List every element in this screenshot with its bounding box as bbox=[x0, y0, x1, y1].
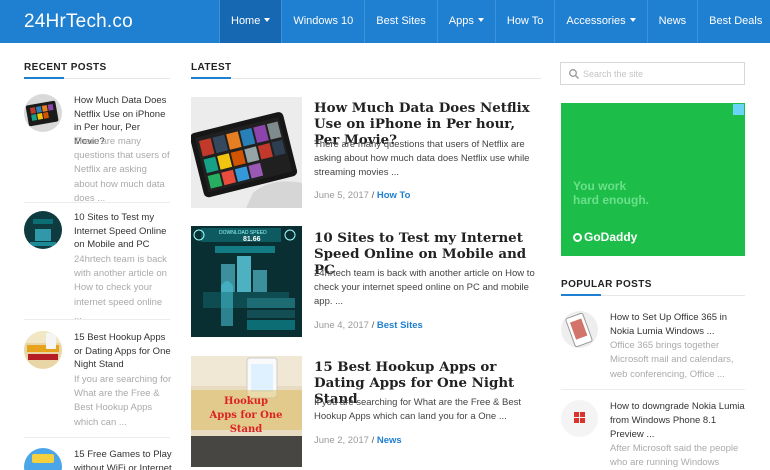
main-nav: Home Windows 10 Best Sites Apps How To A… bbox=[219, 0, 770, 43]
godaddy-logo-icon bbox=[573, 233, 582, 242]
speed-test-thumbnail[interactable] bbox=[24, 211, 62, 249]
section-divider bbox=[24, 77, 170, 79]
ad-tagline: You work hard enough. bbox=[573, 179, 649, 207]
meta-separator: / bbox=[371, 435, 375, 446]
popular-posts-heading: POPULAR POSTS bbox=[561, 279, 652, 290]
nav-label: How To bbox=[506, 15, 544, 27]
post-date: June 2, 2017 bbox=[314, 435, 369, 446]
nav-label: Windows 10 bbox=[293, 15, 354, 27]
popular-post-item[interactable]: How to downgrade Nokia Lumia from Window… bbox=[561, 400, 745, 470]
post-category-link[interactable]: How To bbox=[377, 190, 411, 201]
recent-posts-heading: RECENT POSTS bbox=[24, 62, 107, 73]
list-divider bbox=[24, 319, 170, 320]
site-logo[interactable]: 24HrTech.co bbox=[24, 0, 133, 43]
office-365-thumbnail[interactable] bbox=[561, 311, 598, 348]
section-divider bbox=[191, 77, 541, 79]
list-divider bbox=[24, 437, 170, 438]
hookup-apps-post-image[interactable]: Hookup Apps for One Stand bbox=[191, 356, 302, 467]
nav-label: Home bbox=[231, 15, 261, 27]
nav-item-best-deals[interactable]: Best Deals bbox=[697, 0, 770, 43]
nav-label: Accessories bbox=[566, 15, 626, 27]
post-date: June 4, 2017 bbox=[314, 320, 369, 331]
list-divider bbox=[24, 202, 170, 203]
nav-item-apps[interactable]: Apps bbox=[436, 0, 495, 43]
recent-post-excerpt: 24hrtech team is back with another artic… bbox=[74, 254, 167, 322]
recent-post-title[interactable]: 15 Free Games to Play without WiFi or In… bbox=[74, 448, 172, 470]
recent-post-item[interactable]: 10 Sites to Test my Internet Speed Onlin… bbox=[24, 211, 172, 322]
post-excerpt: If you are searching for What are the Fr… bbox=[314, 397, 521, 422]
section-divider bbox=[561, 294, 745, 296]
latest-heading: LATEST bbox=[191, 62, 232, 73]
search-input[interactable] bbox=[583, 65, 741, 82]
popular-post-title[interactable]: How to Set Up Office 365 in Nokia Lumia … bbox=[610, 311, 745, 339]
nav-label: News bbox=[658, 15, 687, 27]
nav-label: Apps bbox=[448, 15, 474, 27]
meta-separator: / bbox=[371, 320, 375, 331]
post-date: June 5, 2017 bbox=[314, 190, 369, 201]
nav-item-best-sites[interactable]: Best Sites bbox=[364, 0, 437, 43]
nav-item-windows-10[interactable]: Windows 10 bbox=[281, 0, 364, 43]
ad-choices-icon[interactable] bbox=[733, 104, 744, 115]
godaddy-ad-banner[interactable]: You work hard enough. GoDaddy bbox=[561, 103, 745, 256]
caret-down-icon bbox=[264, 18, 271, 23]
hookup-apps-thumbnail[interactable] bbox=[24, 331, 62, 369]
search-icon bbox=[569, 69, 579, 79]
caret-down-icon bbox=[629, 18, 636, 23]
recent-post-excerpt: If you are searching for What are the Fr… bbox=[74, 374, 172, 428]
post-meta: June 4, 2017 / Best Sites bbox=[314, 320, 423, 331]
post-meta: June 2, 2017 / News bbox=[314, 435, 402, 446]
post-meta: June 5, 2017 / How To bbox=[314, 190, 410, 201]
meta-separator: / bbox=[371, 190, 375, 201]
post-category-link[interactable]: News bbox=[377, 435, 402, 446]
recent-post-item[interactable]: 15 Best Hookup Apps or Dating Apps for O… bbox=[24, 331, 172, 441]
post-excerpt: There are many questions that users of N… bbox=[314, 139, 530, 178]
popular-post-excerpt: After Microsoft said the people who are … bbox=[610, 443, 739, 469]
windows-phone-thumbnail[interactable] bbox=[561, 400, 598, 437]
popular-post-item[interactable]: How to Set Up Office 365 in Nokia Lumia … bbox=[561, 311, 745, 391]
recent-post-excerpt: There are many questions that users of N… bbox=[74, 136, 170, 204]
nav-item-how-to[interactable]: How To bbox=[494, 0, 554, 43]
nav-label: Best Sites bbox=[376, 15, 426, 27]
speed-test-post-image[interactable]: DOWNLOAD SPEED 81.66 bbox=[191, 226, 302, 337]
nav-item-news[interactable]: News bbox=[646, 0, 698, 43]
caret-down-icon bbox=[477, 18, 484, 23]
recent-post-title[interactable]: 15 Best Hookup Apps or Dating Apps for O… bbox=[74, 331, 172, 372]
nav-item-accessories[interactable]: Accessories bbox=[554, 0, 646, 43]
popular-post-title[interactable]: How to downgrade Nokia Lumia from Window… bbox=[610, 400, 745, 441]
ad-brand-logo: GoDaddy bbox=[573, 230, 637, 244]
netflix-thumbnail[interactable] bbox=[24, 94, 62, 132]
ad-brand-name: GoDaddy bbox=[584, 230, 638, 244]
recent-post-title[interactable]: 10 Sites to Test my Internet Speed Onlin… bbox=[74, 211, 172, 252]
speed-value: 81.66 bbox=[243, 236, 261, 243]
post-category-link[interactable]: Best Sites bbox=[377, 320, 423, 331]
post-excerpt: 24hrtech team is back with another artic… bbox=[314, 268, 535, 307]
site-header: 24HrTech.co Home Windows 10 Best Sites A… bbox=[0, 0, 770, 43]
list-divider bbox=[561, 389, 745, 390]
recent-post-item[interactable]: How Much Data Does Netflix Use on iPhone… bbox=[24, 94, 170, 204]
nav-item-home[interactable]: Home bbox=[219, 0, 282, 43]
netflix-post-image[interactable] bbox=[191, 97, 302, 208]
popular-post-excerpt: Office 365 brings together Microsoft mai… bbox=[610, 340, 734, 380]
search-box bbox=[560, 62, 745, 85]
nav-label: Best Deals bbox=[709, 15, 763, 27]
recent-post-item[interactable]: 15 Free Games to Play without WiFi or In… bbox=[24, 448, 172, 470]
games-thumbnail[interactable] bbox=[24, 448, 62, 470]
